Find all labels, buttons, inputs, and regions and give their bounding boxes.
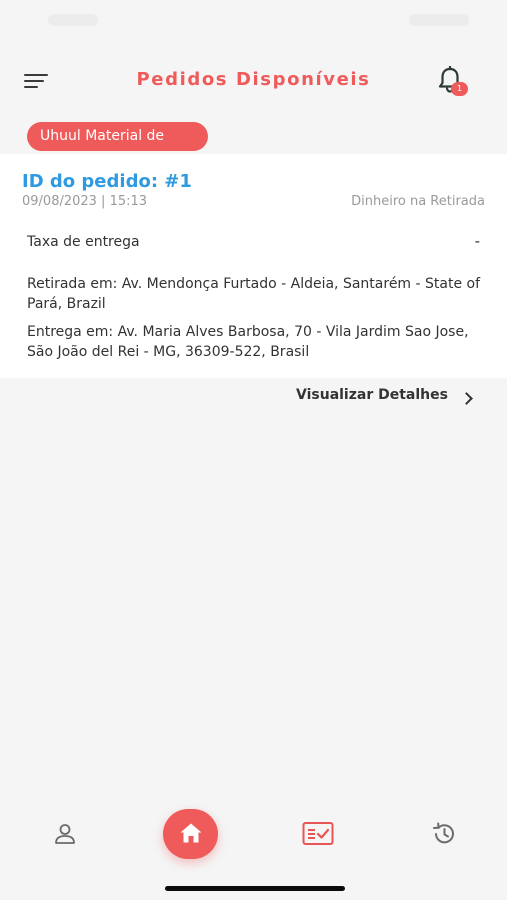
home-indicator (165, 886, 345, 891)
orders-checklist-icon[interactable] (302, 821, 334, 847)
view-details-link[interactable]: Visualizar Detalhes (296, 387, 473, 411)
order-id: ID do pedido: #1 (22, 171, 192, 192)
order-card[interactable]: ID do pedido: #1 09/08/2023 | 15:13 Dinh… (0, 154, 507, 378)
header: Pedidos Disponíveis (0, 56, 507, 106)
delivery-address: Entrega em: Av. Maria Alves Barbosa, 70 … (27, 324, 469, 360)
home-button[interactable] (163, 809, 218, 859)
status-bar (0, 0, 507, 44)
history-icon[interactable] (431, 821, 457, 847)
store-chip[interactable]: Uhuul Material de (27, 122, 208, 151)
home-icon (180, 823, 202, 843)
delivery-fee-value: - (474, 232, 480, 250)
payment-method: Dinheiro na Retirada (351, 194, 485, 209)
order-datetime: 09/08/2023 | 15:13 (22, 194, 148, 209)
pickup-address: Retirada em: Av. Mendonça Furtado - Alde… (27, 276, 481, 312)
status-indicators-blurred (409, 14, 469, 26)
chevron-right-icon (460, 392, 473, 405)
delivery-fee-label: Taxa de entrega (27, 234, 140, 250)
page-title: Pedidos Disponíveis (136, 69, 371, 90)
user-icon[interactable] (52, 821, 78, 847)
notification-badge: 1 (451, 82, 468, 96)
bottom-nav (0, 800, 507, 900)
view-details-label: Visualizar Detalhes (296, 387, 448, 403)
status-time-blurred (48, 14, 98, 26)
